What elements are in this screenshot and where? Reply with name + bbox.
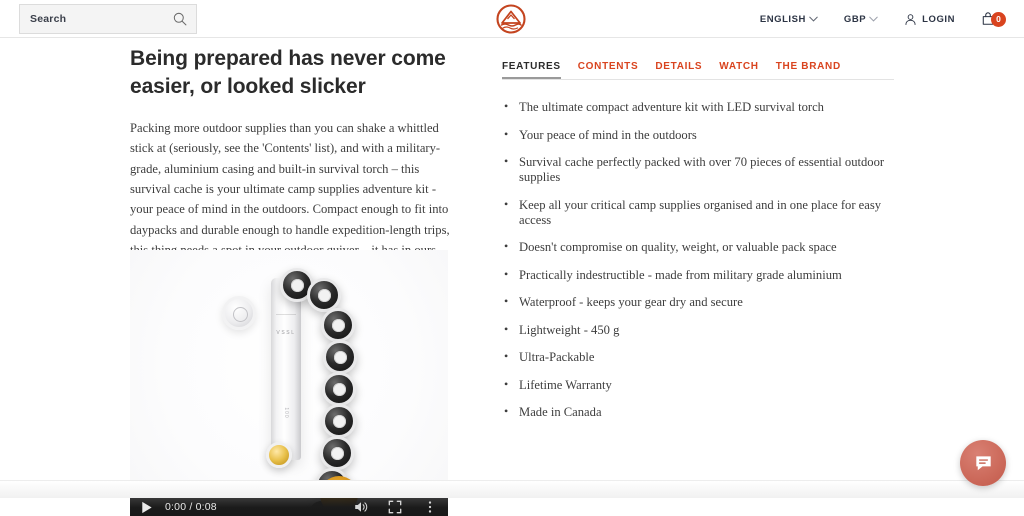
tab-the-brand[interactable]: THE BRAND (776, 61, 850, 79)
login-button[interactable]: LOGIN (891, 13, 968, 26)
compass-module (266, 442, 292, 468)
search-icon[interactable] (172, 11, 188, 27)
site-header: ENGLISH GBP LOGIN 0 (0, 0, 1024, 38)
search-box[interactable] (19, 4, 197, 34)
product-description: Packing more outdoor supplies than you c… (130, 120, 450, 257)
product-cap (222, 296, 256, 330)
more-options-icon[interactable] (423, 499, 437, 515)
canister-side-mark: 100 (283, 407, 289, 419)
language-selector[interactable]: ENGLISH (747, 14, 831, 25)
cart-count-badge: 0 (991, 11, 1006, 27)
page-content: Being prepared has never come easier, or… (0, 38, 1024, 516)
cache-module (307, 278, 341, 312)
chat-widget-button[interactable] (960, 440, 1006, 486)
list-item: Doesn't compromise on quality, weight, o… (502, 239, 902, 255)
product-canister: VSSL 100 (271, 278, 301, 460)
currency-label: GBP (843, 13, 867, 25)
features-list: The ultimate compact adventure kit with … (502, 99, 902, 420)
volume-icon[interactable] (353, 499, 369, 515)
list-item: Waterproof - keeps your gear dry and sec… (502, 294, 902, 310)
list-item: Lifetime Warranty (502, 377, 902, 393)
currency-selector[interactable]: GBP (831, 14, 891, 25)
list-item: Survival cache perfectly packed with ove… (502, 154, 902, 185)
cache-module (320, 436, 354, 470)
header-actions: ENGLISH GBP LOGIN 0 (747, 0, 1016, 38)
cache-module (322, 372, 356, 406)
person-icon (905, 13, 916, 25)
play-icon[interactable] (139, 500, 154, 515)
tab-features[interactable]: FEATURES (502, 61, 570, 79)
list-item: The ultimate compact adventure kit with … (502, 99, 902, 115)
chat-bubble-icon (975, 455, 991, 470)
language-label: ENGLISH (759, 13, 806, 25)
list-item: Your peace of mind in the outdoors (502, 126, 902, 143)
cache-module (322, 404, 356, 438)
tab-contents[interactable]: CONTENTS (578, 61, 648, 79)
search-input[interactable] (30, 13, 172, 25)
list-item: Keep all your critical camp supplies org… (502, 197, 902, 228)
chevron-down-icon (809, 16, 818, 22)
cache-module (323, 340, 357, 374)
chevron-down-icon (869, 16, 878, 22)
list-item: Lightweight - 450 g (502, 322, 902, 338)
right-column: FEATURES CONTENTS DETAILS WATCH THE BRAN… (502, 38, 902, 433)
list-item: Ultra-Packable (502, 349, 902, 365)
left-column: Being prepared has never come easier, or… (130, 38, 470, 261)
fullscreen-icon[interactable] (387, 499, 403, 515)
list-item: Made in Canada (502, 404, 902, 420)
tab-watch[interactable]: WATCH (719, 61, 767, 79)
product-video-player[interactable]: VSSL 100 0:00 / 0:08 (130, 250, 448, 516)
video-frame: VSSL 100 (130, 250, 448, 516)
canister-brand-mark: VSSL (276, 330, 296, 336)
page-title: Being prepared has never come easier, or… (130, 47, 446, 98)
video-time-display: 0:00 / 0:08 (165, 501, 217, 513)
mountain-circle-logo[interactable] (495, 3, 527, 35)
footer-strip (0, 480, 1024, 498)
list-item: Practically indestructible - made from m… (502, 267, 902, 283)
login-label: LOGIN (922, 13, 955, 25)
tab-details[interactable]: DETAILS (655, 61, 711, 79)
cache-module (321, 308, 355, 342)
product-tabs: FEATURES CONTENTS DETAILS WATCH THE BRAN… (502, 50, 894, 80)
cart-button[interactable]: 0 (968, 11, 1016, 27)
